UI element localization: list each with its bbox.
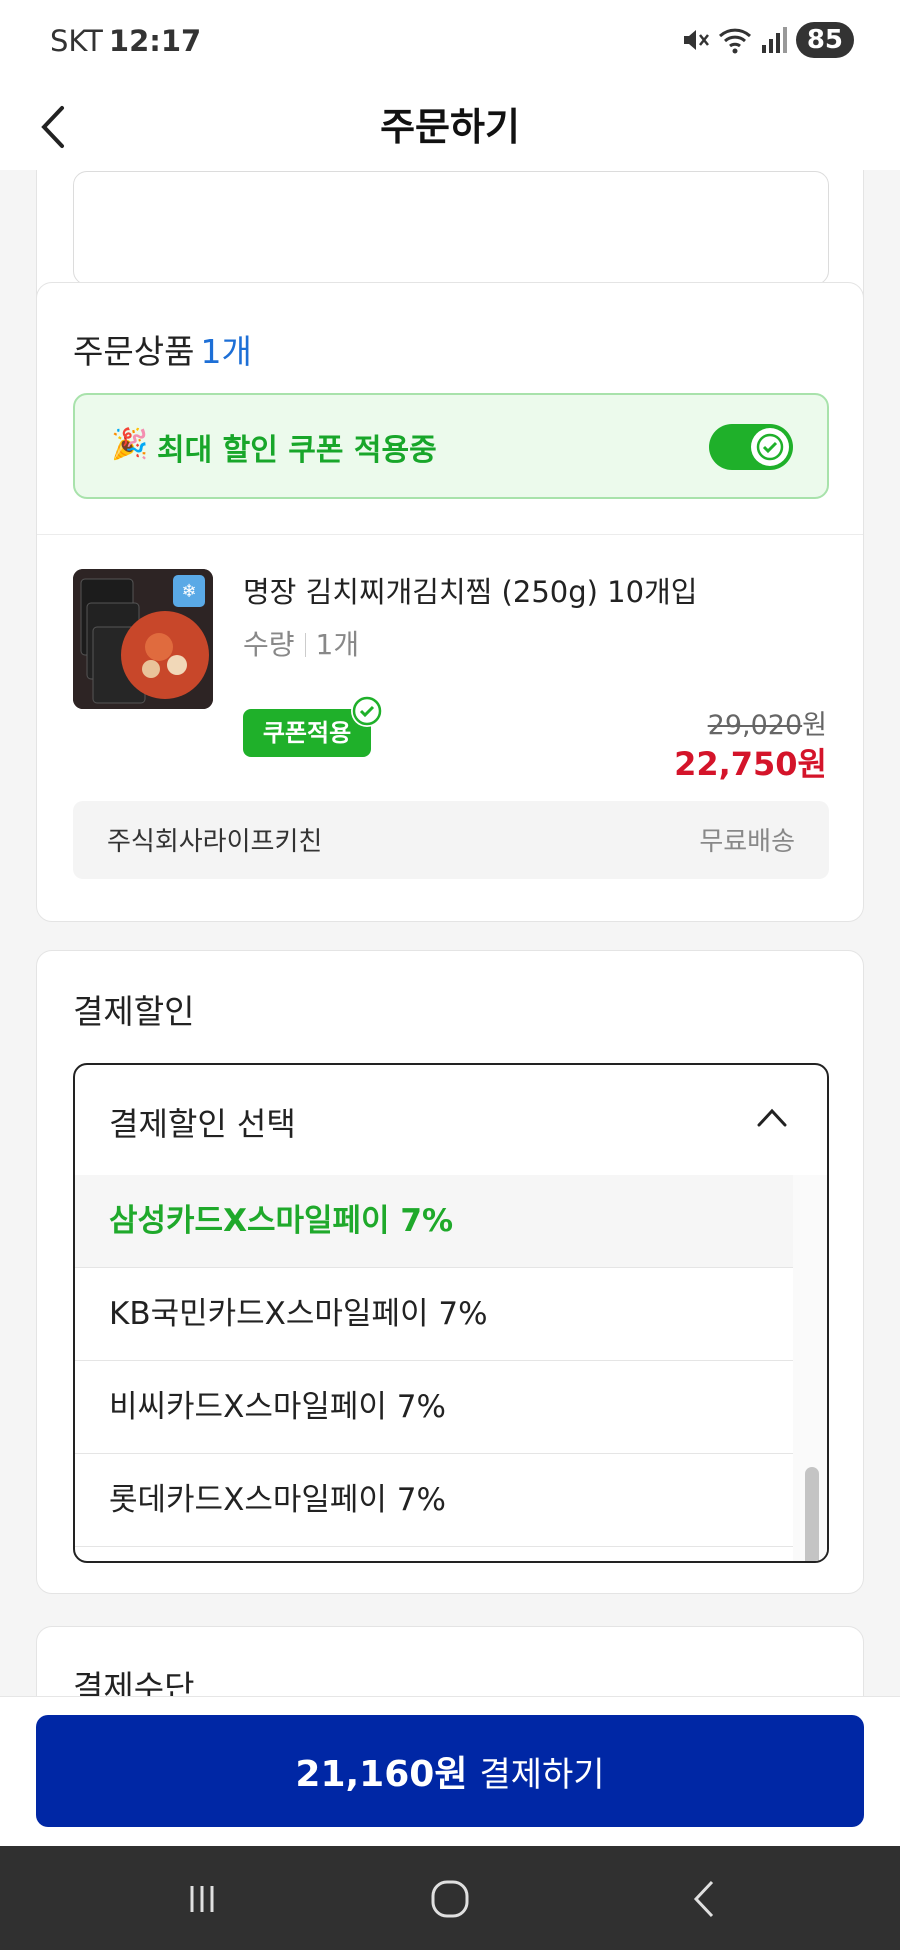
section-divider — [37, 534, 863, 535]
order-items-card: 주문상품 1개 🎉 최대 할인 쿠폰 적용중 ❄ 명장 김치찌개김치찜 (250… — [36, 282, 864, 922]
clock: 12:17 — [108, 24, 202, 58]
product-name[interactable]: 명장 김치찌개김치찜 (250g) 10개입 — [243, 569, 697, 611]
party-popper-icon: 🎉 — [111, 427, 149, 462]
order-scroll-area[interactable]: 주문상품 1개 🎉 최대 할인 쿠폰 적용중 ❄ 명장 김치찌개김치찜 (250… — [0, 170, 900, 1696]
quantity-label: 수량 — [243, 628, 295, 661]
page-header: 주문하기 — [0, 84, 900, 170]
payment-discount-title: 결제할인 — [73, 992, 195, 1031]
discount-option-samsung[interactable]: 삼성카드X스마일페이 7% — [75, 1175, 795, 1268]
carrier-label: SKT — [50, 24, 103, 58]
payment-discount-card: 결제할인 결제할인 선택 삼성카드X스마일페이 7% KB국민카드X스마일페이 … — [36, 950, 864, 1594]
seller-bar: 주식회사라이프키친 무료배송 — [73, 801, 829, 879]
order-items-count: 1개 — [200, 332, 252, 371]
home-icon — [431, 1880, 469, 1918]
coupon-toggle[interactable] — [709, 424, 793, 470]
discount-option-lotte[interactable]: 롯데카드X스마일페이 7% — [75, 1454, 795, 1547]
quantity-value: 1개 — [315, 628, 360, 661]
dropdown-scrollbar-thumb[interactable] — [805, 1467, 819, 1561]
seller-name: 주식회사라이프키친 — [107, 827, 323, 857]
wifi-icon — [718, 28, 751, 54]
system-back-button[interactable] — [680, 1878, 732, 1920]
svg-text:❄: ❄ — [181, 581, 196, 602]
page-title: 주문하기 — [380, 105, 520, 149]
pay-button[interactable]: 21,160원 결제하기 — [36, 1715, 864, 1827]
payment-method-card: 결제수단 — [36, 1626, 864, 1696]
product-quantity: 수량 1개 — [243, 623, 359, 663]
order-items-title-label: 주문상품 — [73, 332, 195, 371]
product-thumbnail[interactable]: ❄ — [73, 569, 213, 709]
sale-price: 22,750원 — [674, 745, 827, 783]
toggle-knob — [751, 428, 789, 466]
payment-method-title: 결제수단 — [73, 1668, 195, 1696]
discount-option-kb[interactable]: KB국민카드X스마일페이 7% — [75, 1268, 795, 1361]
home-button[interactable] — [424, 1878, 476, 1920]
status-carrier-time: SKT 12:17 — [50, 24, 201, 58]
previous-section-field[interactable] — [73, 171, 829, 285]
discount-option-bc[interactable]: 비씨카드X스마일페이 7% — [75, 1361, 795, 1454]
signal-icon — [761, 27, 787, 53]
status-icons: 85 — [680, 22, 854, 58]
quantity-separator — [304, 633, 306, 657]
status-bar: SKT 12:17 85 — [0, 0, 900, 84]
chevron-up-icon — [757, 1108, 787, 1127]
dropdown-options: 삼성카드X스마일페이 7% KB국민카드X스마일페이 7% 비씨카드X스마일페이… — [75, 1175, 795, 1547]
coupon-banner-text: 최대 할인 쿠폰 적용중 — [157, 433, 437, 468]
badge-check-icon — [351, 695, 383, 727]
shipping-info: 무료배송 — [699, 827, 795, 857]
recent-apps-icon — [190, 1886, 214, 1912]
pay-amount: 21,160원 — [295, 1754, 468, 1795]
dropdown-label: 결제할인 선택 — [109, 1105, 296, 1143]
mute-icon — [683, 30, 709, 50]
original-price-value: 29,020 — [707, 710, 803, 741]
coupon-banner: 🎉 최대 할인 쿠폰 적용중 — [73, 393, 829, 499]
system-nav-bar — [0, 1846, 900, 1950]
original-price: 29,020원 — [708, 703, 827, 742]
pay-label: 결제하기 — [479, 1754, 605, 1795]
order-items-title: 주문상품 1개 — [73, 325, 252, 373]
original-price-currency: 원 — [802, 710, 827, 741]
battery-level: 85 — [795, 22, 854, 58]
pay-bar: 21,160원 결제하기 — [0, 1696, 900, 1846]
dropdown-header[interactable]: 결제할인 선택 — [75, 1065, 827, 1175]
check-icon — [756, 433, 784, 461]
recent-apps-button[interactable] — [176, 1878, 228, 1920]
dropdown-scrollbar-track[interactable] — [793, 1175, 827, 1561]
back-arrow-icon — [693, 1880, 714, 1918]
product-image: ❄ — [73, 569, 213, 709]
payment-discount-dropdown[interactable]: 결제할인 선택 삼성카드X스마일페이 7% KB국민카드X스마일페이 7% 비씨… — [73, 1063, 829, 1563]
